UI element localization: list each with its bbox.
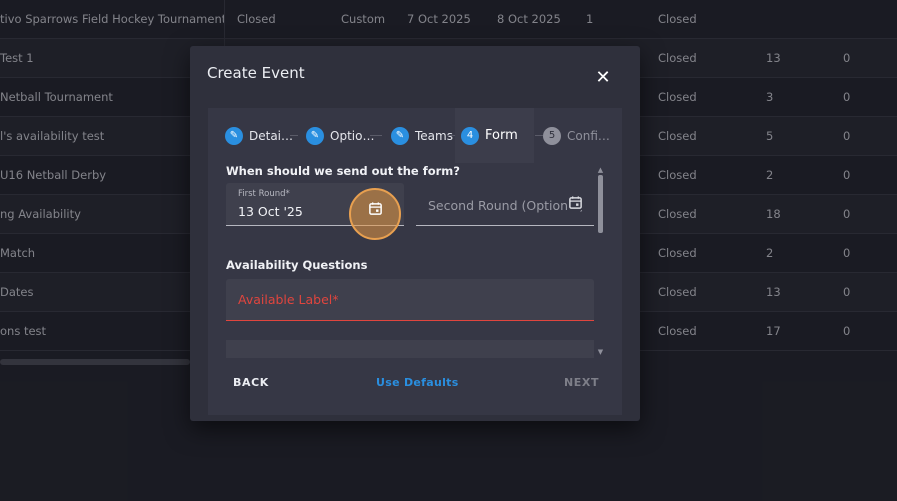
second-round-field[interactable]: Second Round (Optional): [416, 183, 594, 226]
scroll-down-arrow-icon[interactable]: ▼: [597, 348, 604, 356]
first-round-field[interactable]: First Round* 13 Oct '25: [226, 183, 404, 240]
step-connector: [447, 135, 455, 136]
form-scrollbar[interactable]: ▲ ▼: [597, 166, 604, 358]
step-label: Confi…: [567, 128, 610, 143]
stepper-panel: ✎ Detai… ✎ Optio… ✎ Teams 4 Form 5 Confi…: [208, 108, 622, 415]
calendar-icon[interactable]: [368, 201, 383, 216]
field-value: 13 Oct '25: [238, 204, 303, 219]
use-defaults-button[interactable]: Use Defaults: [376, 376, 459, 389]
create-event-dialog: Create Event ✕ ✎ Detai… ✎ Optio… ✎ Teams…: [190, 46, 640, 421]
step-connector: [535, 135, 543, 136]
scroll-thumb[interactable]: [598, 175, 603, 233]
availability-questions-title: Availability Questions: [226, 258, 368, 272]
step-options[interactable]: ✎ Optio…: [306, 108, 374, 163]
step-connector: [370, 135, 382, 136]
stepper-header: ✎ Detai… ✎ Optio… ✎ Teams 4 Form 5 Confi…: [208, 108, 622, 163]
dialog-title: Create Event: [207, 64, 305, 82]
step-details[interactable]: ✎ Detai…: [225, 108, 293, 163]
form-scroll-area: When should we send out the form? First …: [226, 163, 606, 358]
unavailable-label-field[interactable]: [226, 340, 594, 358]
step-number-badge: 4: [461, 126, 479, 145]
pencil-icon: ✎: [225, 126, 243, 145]
field-placeholder: Second Round (Optional): [428, 198, 585, 213]
step-confirm[interactable]: 5 Confi…: [543, 108, 610, 163]
step-number-badge: 5: [543, 126, 561, 145]
available-label-field[interactable]: Available Label*: [226, 279, 594, 321]
pencil-icon: ✎: [306, 126, 324, 145]
close-icon[interactable]: ✕: [593, 68, 613, 88]
dialog-actions: BACK Use Defaults NEXT: [208, 363, 622, 403]
field-placeholder: Available Label*: [238, 292, 339, 307]
calendar-icon[interactable]: [568, 195, 583, 210]
step-label: Optio…: [330, 128, 375, 143]
step-label: Form: [485, 128, 518, 143]
scroll-up-arrow-icon[interactable]: ▲: [597, 166, 604, 174]
back-button[interactable]: BACK: [233, 376, 269, 389]
step-teams[interactable]: ✎ Teams: [391, 108, 453, 163]
pencil-icon: ✎: [391, 126, 409, 145]
next-button[interactable]: NEXT: [564, 376, 599, 389]
step-connector: [290, 135, 298, 136]
step-label: Detai…: [249, 128, 294, 143]
step-form[interactable]: 4 Form: [455, 108, 534, 163]
field-label: First Round*: [238, 189, 290, 199]
send-form-heading: When should we send out the form?: [226, 164, 460, 178]
